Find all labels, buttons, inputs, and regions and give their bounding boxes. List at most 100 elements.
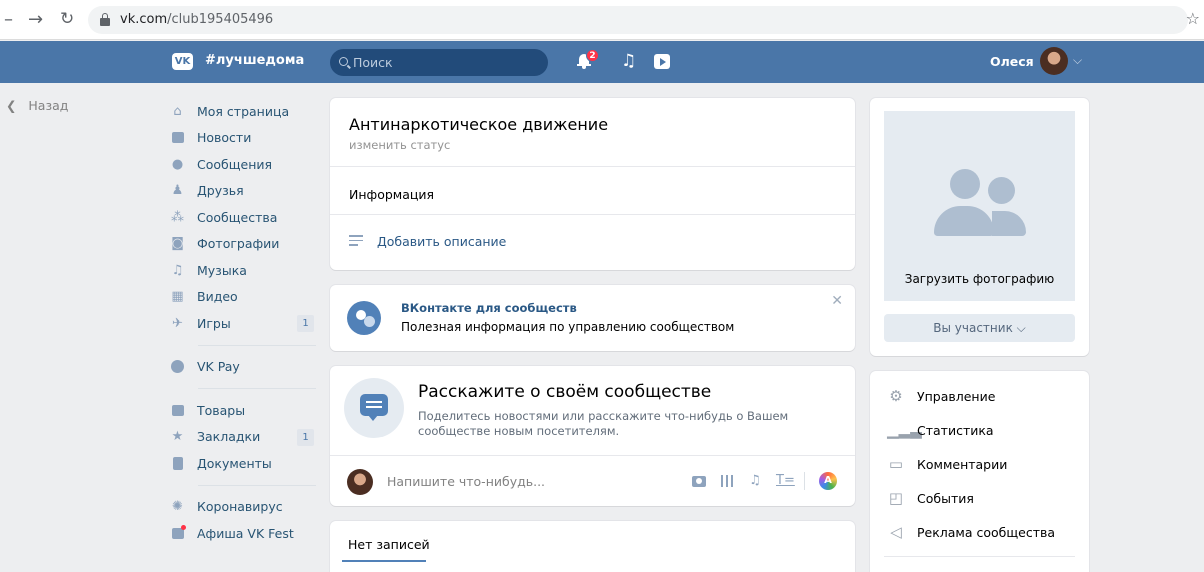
sidebar-divider xyxy=(198,484,316,486)
url-host: vk.com xyxy=(120,12,168,27)
menu-item-management[interactable]: ⚙ Управление xyxy=(887,386,995,406)
vk-for-communities-tip: ВКонтакте для сообществ Полезная информа… xyxy=(330,285,855,351)
back-link[interactable]: ❮ Назад xyxy=(6,98,68,113)
menu-item-events[interactable]: ◰ События xyxy=(887,488,974,508)
avatar xyxy=(347,469,373,495)
sidebar-item-label: Видео xyxy=(197,289,238,305)
documents-icon xyxy=(171,456,184,470)
vk-logo-icon[interactable]: VK xyxy=(172,53,193,70)
music-player-icon[interactable]: ♫ xyxy=(621,51,636,71)
post-input[interactable]: Напишите что-нибудь... xyxy=(387,474,545,489)
wall-card: Нет записей xyxy=(330,521,855,572)
search-icon xyxy=(339,57,348,66)
sidebar-item-label: Игры xyxy=(197,315,231,331)
vk-header: VK #лучшедома Поиск 2 ♫ Олеся ⌵ xyxy=(0,41,1204,83)
page-title: Антинаркотическое движение xyxy=(349,115,609,134)
add-description-link[interactable]: Добавить описание xyxy=(377,234,506,249)
reload-icon[interactable]: ↻ xyxy=(60,9,74,29)
video-icon: ▦ xyxy=(171,289,184,305)
bookmarks-icon: ★ xyxy=(171,429,184,445)
camera-icon[interactable] xyxy=(692,474,706,488)
notifications-badge: 2 xyxy=(586,49,599,62)
sidebar-item-label: Афиша VK Fest xyxy=(197,525,294,541)
sidebar-item-communities[interactable]: ⁂ Сообщества xyxy=(171,204,316,231)
events-icon: ◰ xyxy=(888,489,904,507)
virus-icon: ✺ xyxy=(172,499,183,515)
upload-photo-area[interactable]: Загрузить фотографию xyxy=(884,111,1075,301)
sidebar-item-friends[interactable]: ♟ Друзья xyxy=(171,178,316,205)
tip-text: Полезная информация по управлению сообще… xyxy=(401,320,735,334)
sidebar-item-games[interactable]: ✈ Игры 1 xyxy=(171,310,316,337)
forward-arrow-icon[interactable]: → xyxy=(28,9,43,30)
menu-item-label: События xyxy=(917,490,974,506)
sidebar-item-label: Сообщества xyxy=(197,209,278,225)
sidebar-divider xyxy=(198,344,316,346)
info-section-label: Информация xyxy=(349,187,435,202)
browser-toolbar: – → ↻ vk.com/club195405496 ☆ xyxy=(0,0,1204,40)
member-status-button[interactable]: Вы участник ⌵ xyxy=(884,314,1075,342)
search-placeholder: Поиск xyxy=(353,55,393,70)
close-icon[interactable]: ✕ xyxy=(831,293,843,309)
bookmarks-counter: 1 xyxy=(297,428,314,446)
address-bar[interactable]: vk.com/club195405496 xyxy=(88,6,1188,34)
sidebar-item-documents[interactable]: Документы xyxy=(171,450,316,477)
header-hashtag[interactable]: #лучшедома xyxy=(205,53,304,68)
chevron-down-icon[interactable]: ⌵ xyxy=(1073,53,1082,68)
sidebar-item-label: Моя страница xyxy=(197,103,290,119)
sidebar-item-bookmarks[interactable]: ★ Закладки 1 xyxy=(171,424,316,451)
message-bubble-icon xyxy=(344,378,404,438)
poster-icon[interactable] xyxy=(819,472,837,490)
tab-no-posts[interactable]: Нет записей xyxy=(348,537,430,552)
community-tip-icon xyxy=(347,301,381,335)
photos-icon: ◙ xyxy=(171,236,184,252)
sidebar-item-label: Друзья xyxy=(197,183,244,199)
divider xyxy=(330,455,855,456)
sidebar-item-label: Коронавирус xyxy=(197,499,283,515)
people-placeholder-icon xyxy=(988,177,1015,204)
news-icon xyxy=(171,131,184,144)
management-menu: ⚙ Управление ▁▂▃ Статистика ▭ Комментарии ◰… xyxy=(870,371,1089,572)
toolbar-separator xyxy=(804,472,805,490)
sidebar-divider xyxy=(198,388,316,389)
goods-icon xyxy=(171,404,184,417)
bookmark-star-icon[interactable]: ☆ xyxy=(1186,9,1200,28)
text-format-icon[interactable]: T= xyxy=(776,474,795,488)
stats-icon: ▁▂▃ xyxy=(887,421,922,439)
sidebar-item-label: Сообщения xyxy=(197,156,273,172)
video-icon[interactable] xyxy=(720,474,734,488)
back-arrow-icon[interactable]: – xyxy=(4,9,13,30)
messages-icon: ● xyxy=(171,156,184,172)
divider xyxy=(330,214,855,215)
upload-photo-label: Загрузить фотографию xyxy=(904,272,1055,286)
tell-about-community-card: Расскажите о своём сообществе Поделитесь… xyxy=(330,366,855,506)
sidebar-item-label: Музыка xyxy=(197,262,247,278)
sidebar-item-vkpay[interactable]: VK Pay xyxy=(171,354,316,381)
back-label: Назад xyxy=(28,98,69,113)
search-input[interactable]: Поиск xyxy=(330,49,548,76)
sidebar-item-goods[interactable]: Товары xyxy=(171,397,316,424)
user-avatar[interactable] xyxy=(1040,47,1068,75)
sidebar-item-news[interactable]: Новости xyxy=(171,125,316,152)
sidebar-item-afisha[interactable]: Афиша VK Fest xyxy=(171,520,316,547)
sidebar-item-label: Новости xyxy=(197,130,252,146)
comments-icon: ▭ xyxy=(888,455,904,473)
change-status-link[interactable]: изменить статус xyxy=(349,138,450,152)
games-counter: 1 xyxy=(297,315,314,332)
menu-item-label: Реклама сообщества xyxy=(917,524,1056,540)
sidebar-item-my-page[interactable]: ⌂ Моя страница xyxy=(171,98,316,125)
gear-icon: ⚙ xyxy=(889,387,903,405)
menu-item-ads[interactable]: ◁ Реклама сообщества xyxy=(887,522,1055,542)
play-icon[interactable] xyxy=(654,54,670,69)
menu-item-comments[interactable]: ▭ Комментарии xyxy=(887,454,1007,474)
vkpay-icon xyxy=(171,360,184,374)
user-name[interactable]: Олеся xyxy=(990,54,1034,69)
sidebar-item-messages[interactable]: ● Сообщения xyxy=(171,151,316,178)
tip-title-link[interactable]: ВКонтакте для сообществ xyxy=(401,301,577,315)
menu-item-statistics[interactable]: ▁▂▃ Статистика xyxy=(887,420,994,440)
divider xyxy=(884,556,1075,557)
sidebar-item-photos[interactable]: ◙ Фотографии xyxy=(171,231,316,258)
sidebar-item-music[interactable]: ♫ Музыка xyxy=(171,257,316,284)
sidebar-item-coronavirus[interactable]: ✺ Коронавирус xyxy=(171,494,316,521)
sidebar-item-video[interactable]: ▦ Видео xyxy=(171,284,316,311)
music-icon[interactable]: ♫ xyxy=(748,474,762,488)
